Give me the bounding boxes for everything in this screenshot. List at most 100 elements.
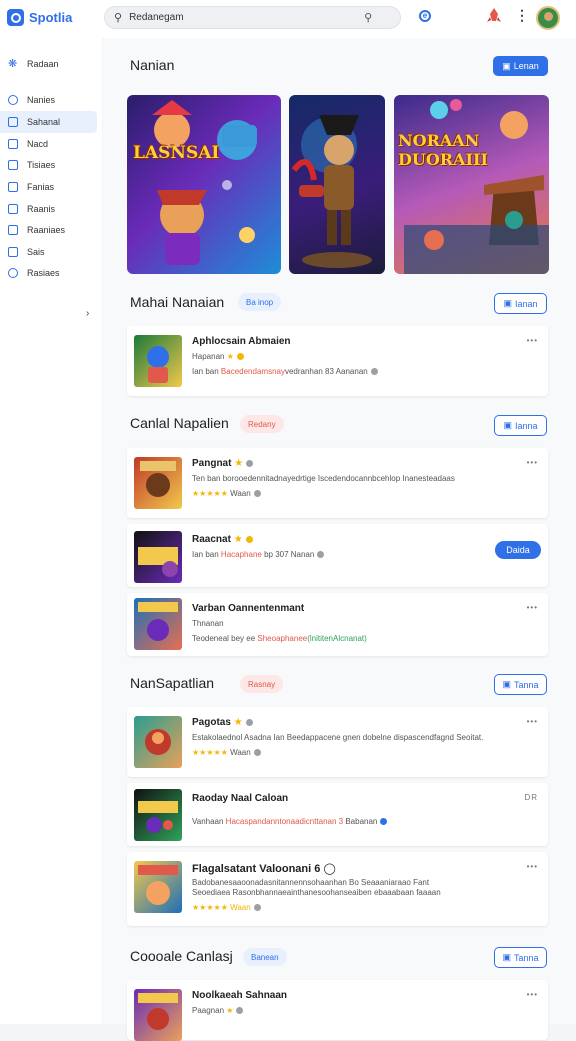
meta-highlight: Hacaphane — [220, 550, 262, 559]
more-menu-icon[interactable]: ⋮ — [515, 8, 529, 22]
collapse-chevron-icon[interactable]: › — [86, 308, 89, 319]
list-item[interactable]: Raacnat ★ Ian ban Hacaphane bp 307 Nanan… — [127, 524, 548, 587]
app-logo[interactable]: Spotlia — [7, 9, 72, 26]
section-button[interactable]: ▣ Ianna — [494, 415, 547, 436]
item-title-row: Raacnat ★ — [192, 534, 253, 545]
section-chip[interactable]: Ba inop — [238, 293, 282, 311]
section-title: Canlal Napalien — [130, 415, 229, 431]
badge-icon — [236, 1007, 244, 1015]
game-thumbnail — [134, 598, 182, 650]
sidebar-item-8[interactable]: Sais — [0, 241, 97, 263]
section-chip[interactable]: Redany — [240, 415, 284, 433]
item-menu-icon[interactable]: ••• — [527, 717, 538, 726]
banner-2[interactable] — [289, 95, 385, 274]
item-description: Ten ban borooedennitadnayedrtige Isceden… — [192, 474, 455, 483]
search-input[interactable] — [129, 12, 365, 23]
search-bar[interactable]: ⚲ ⚲ — [104, 6, 401, 29]
item-meta: Ian ban Hacaphane bp 307 Nanan — [192, 550, 325, 559]
item-description: Badobanesaaoonadasnitannennsohaanhan Bo … — [192, 878, 430, 887]
sidebar-item-2[interactable]: Sahanal — [0, 111, 97, 133]
sidebar-item-9[interactable]: Rasiaes — [0, 262, 97, 284]
game-thumbnail — [134, 861, 182, 913]
item-title: Pangnat — [192, 458, 232, 469]
item-menu-icon[interactable]: ••• — [527, 603, 538, 612]
list-item[interactable]: Varban Oannentenmant Thnanan Teodeneal b… — [127, 593, 548, 656]
section-button[interactable]: ▣ Tanna — [494, 947, 547, 968]
list-item[interactable]: Aphlocsain Abmaien Hapanan ★ Ian ban Bac… — [127, 326, 548, 396]
sidebar-item-4[interactable]: Tisiaes — [0, 154, 97, 176]
item-subtitle: Paagnan ★ — [192, 1006, 244, 1015]
search-submit-icon[interactable]: ⚲ — [364, 11, 372, 24]
item-menu-icon[interactable]: ••• — [527, 458, 538, 467]
game-thumbnail — [134, 989, 182, 1041]
banner-3[interactable]: NORAAN DUORAIII — [394, 95, 549, 274]
main-content: Nanian ▣ Lenan LASNSAI NORAAN DUORAIII M… — [103, 38, 576, 1041]
meta-highlight: Bacedendamsnay — [220, 367, 285, 376]
item-title: Aphlocsain Abmaien — [192, 336, 291, 347]
notification-icon[interactable]: e — [419, 10, 431, 22]
section-title: NanSapatlian — [130, 675, 215, 691]
item-menu-icon[interactable]: DR — [524, 793, 538, 802]
list-item[interactable]: Noolkaeah Sahnaan Paagnan ★ ••• — [127, 980, 548, 1041]
sidebar-item-home[interactable]: ❋ Radaan — [0, 53, 97, 75]
list-item[interactable]: Raoday Naal Caloan Vanhaan Hacaspandannt… — [127, 783, 548, 846]
rocket-icon[interactable] — [486, 7, 502, 25]
sidebar-item-1[interactable]: Nanies — [0, 89, 97, 111]
sidebar-item-6[interactable]: Raanis — [0, 198, 97, 220]
meta-highlight: Hacaspandanntonaadicnttanan 3 — [225, 817, 344, 826]
sidebar-item-label: Nacd — [27, 139, 49, 149]
item-description-2: Seoediaea Rasonbhannaeainthanesoohanseai… — [192, 888, 441, 897]
item-meta: Teodeneal bey ee Sheoaphanee(lnititenAlc… — [192, 634, 367, 643]
list-item[interactable]: Flagalsatant Valoonani 6 ◯ Badobanesaaoo… — [127, 852, 548, 926]
sidebar-item-3[interactable]: Nacd — [0, 133, 97, 155]
item-menu-icon[interactable]: ••• — [527, 990, 538, 999]
badge-icon — [236, 353, 244, 361]
item-title-row: Flagalsatant Valoonani 6 ◯ — [192, 862, 336, 875]
game-thumbnail — [134, 457, 182, 509]
section-button-label: Ianna — [514, 420, 538, 431]
sidebar-item-label: Fanias — [27, 182, 55, 192]
install-button[interactable]: Daida — [495, 541, 541, 559]
list-item[interactable]: Pangnat ★ Ten ban borooedennitadnayedrti… — [127, 448, 548, 518]
item-title-row: Pangnat ★ — [192, 458, 254, 469]
item-menu-icon[interactable]: ••• — [527, 336, 538, 345]
section-chip[interactable]: Banean — [243, 948, 287, 966]
section-button-label: Tanna — [513, 952, 539, 963]
list-icon — [8, 160, 18, 170]
hero-button[interactable]: ▣ Lenan — [493, 56, 548, 76]
banner-1[interactable]: LASNSAI — [127, 95, 281, 274]
doc-icon — [8, 182, 18, 192]
item-title: Raoday Naal Caloan — [192, 793, 289, 804]
sidebar-item-5[interactable]: Fanias — [0, 176, 97, 198]
item-meta: Ian ban Bacedendamsnayvedranhan 83 Aanan… — [192, 367, 378, 376]
item-rating: ★★★★★ Waan — [192, 748, 261, 757]
star-icon: ★ — [233, 717, 243, 728]
section-button[interactable]: ▣ Ianan — [494, 293, 547, 314]
item-menu-icon[interactable]: ••• — [527, 862, 538, 871]
info-icon — [317, 551, 325, 559]
sidebar-item-7[interactable]: Raaniaes — [0, 219, 97, 241]
banner-2-art — [291, 115, 372, 268]
info-icon — [370, 368, 378, 376]
item-subtitle: Hapanan ★ — [192, 352, 244, 361]
item-meta: Vanhaan Hacaspandanntonaadicnttanan 3 Ba… — [192, 817, 388, 826]
info-icon — [253, 490, 261, 498]
rating-label: Waan — [230, 748, 251, 757]
list-item[interactable]: Pagotas ★ Estakolaednol Asadna Ian Beeda… — [127, 707, 548, 777]
avatar[interactable] — [536, 6, 560, 30]
item-subtitle-text: Hapanan — [192, 352, 225, 361]
section-chip[interactable]: Rasnay — [240, 675, 284, 693]
section-button-label: Ianan — [514, 298, 538, 309]
hero-button-label: Lenan — [513, 61, 539, 71]
game-thumbnail — [134, 531, 182, 583]
gear-icon: ❋ — [8, 58, 18, 70]
item-title: Noolkaeah Sahnaan — [192, 990, 288, 1001]
info-icon — [380, 818, 388, 826]
top-bar: Spotlia ⚲ ⚲ e ⋮ — [0, 0, 576, 38]
rating-stars: ★★★★★ — [192, 489, 231, 498]
app-name: Spotlia — [29, 10, 73, 25]
badge-icon — [246, 459, 254, 467]
star-icon: ★ — [233, 534, 243, 545]
section-button[interactable]: ▣ Tanna — [494, 674, 547, 695]
item-description: Estakolaednol Asadna Ian Beedappacene gn… — [192, 733, 484, 742]
